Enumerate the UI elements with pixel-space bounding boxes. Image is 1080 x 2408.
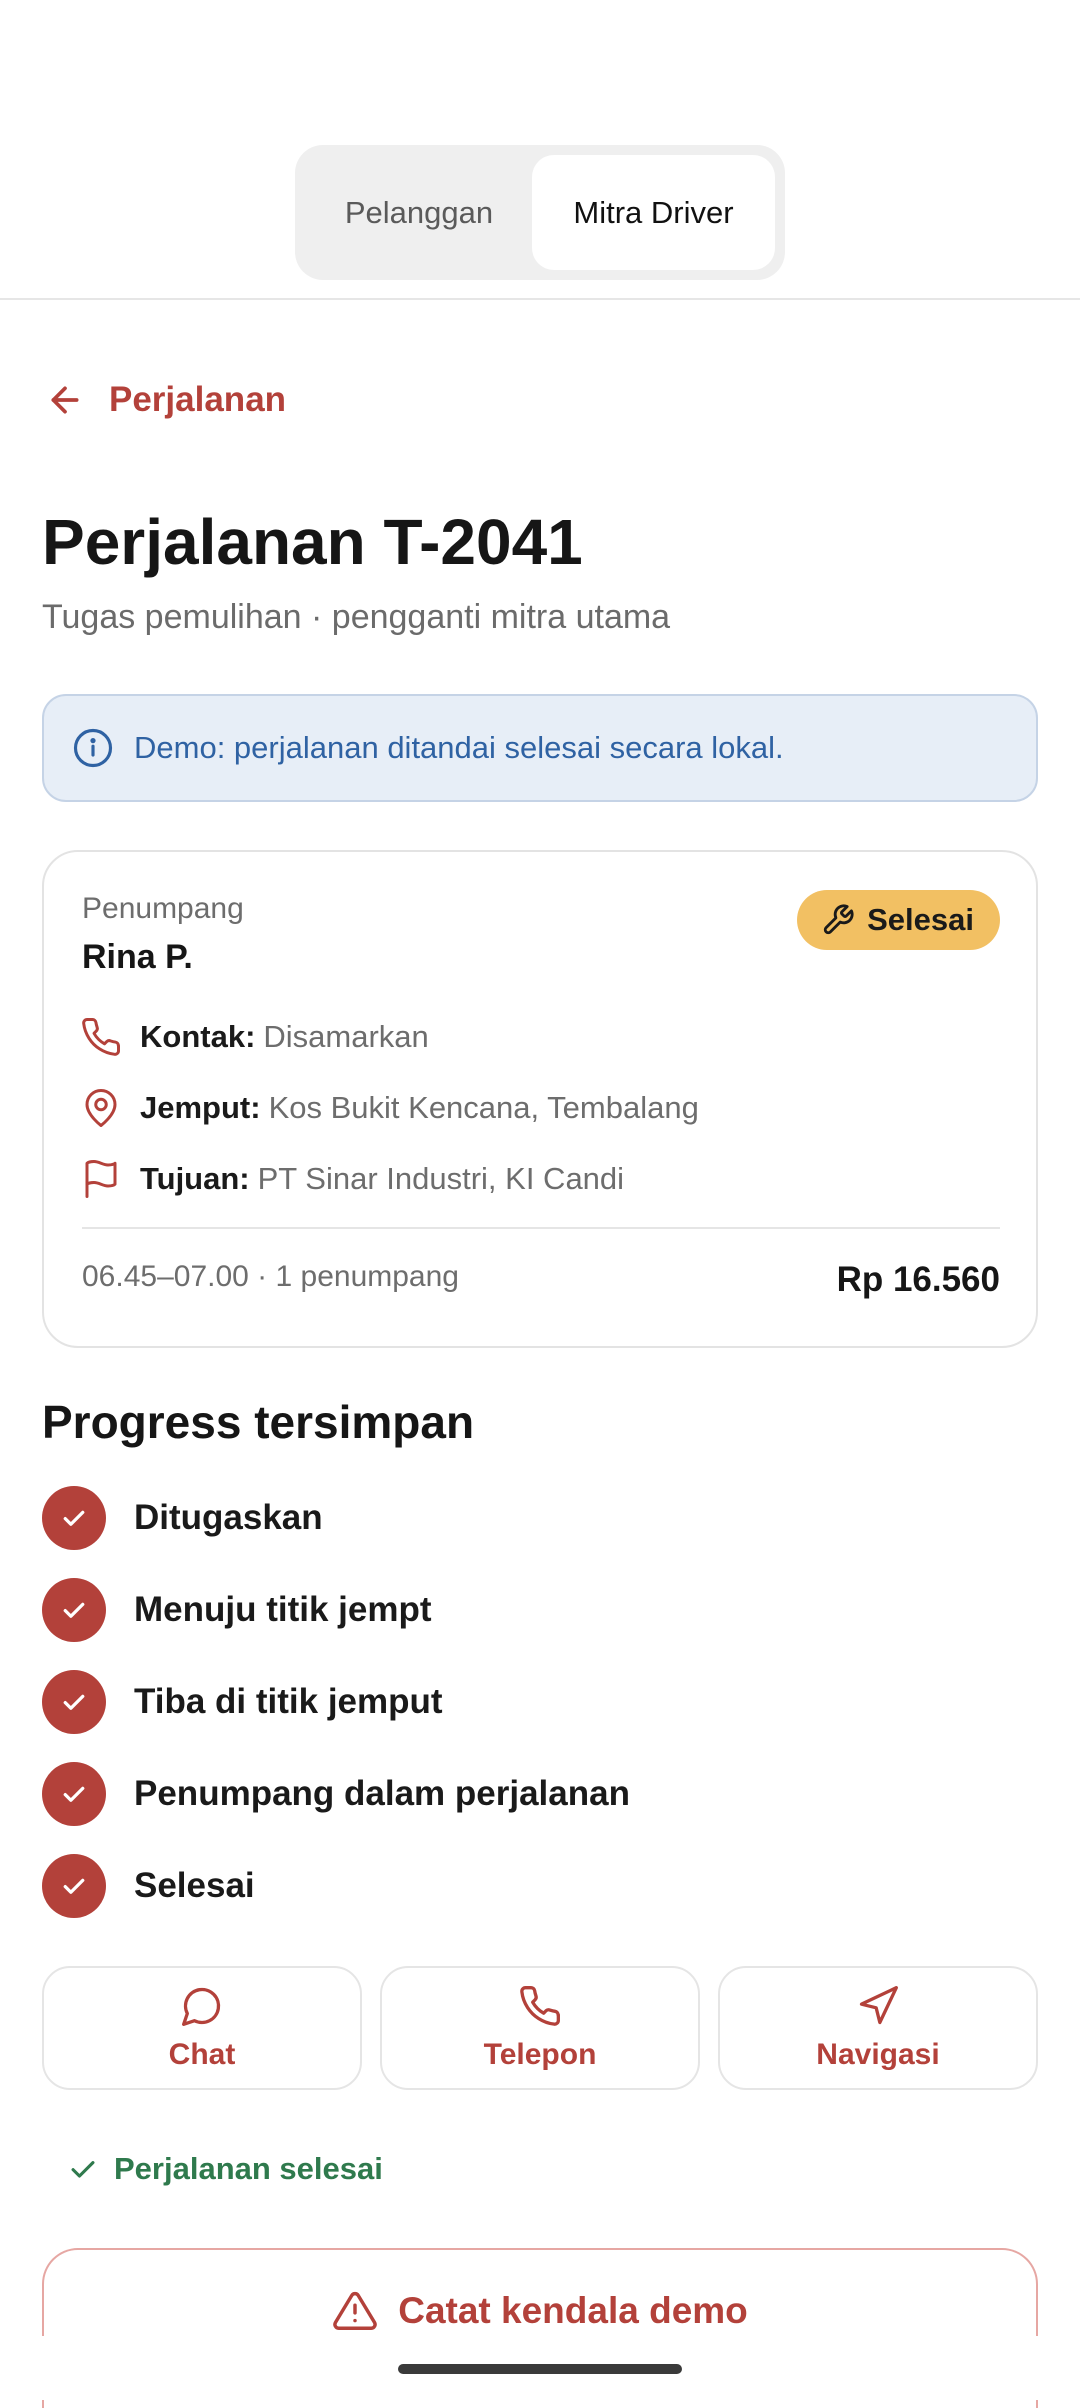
completion-status: Perjalanan selesai — [66, 2145, 383, 2193]
info-banner: Demo: perjalanan ditandai selesai secara… — [42, 694, 1038, 802]
progress-step: Ditugaskan — [42, 1486, 323, 1550]
check-icon — [42, 1486, 106, 1550]
info-text: Demo: perjalanan ditandai selesai secara… — [134, 730, 784, 765]
progress-step-label: Menuju titik jempt — [134, 1590, 432, 1629]
tab-mitra-driver[interactable]: Mitra Driver — [532, 155, 775, 270]
progress-step-label: Tiba di titik jemput — [134, 1682, 443, 1721]
navigation-icon — [859, 1986, 898, 2025]
trip-card: Penumpang Rina P. Selesai Kontak: Disama… — [42, 850, 1038, 1348]
navigate-label: Navigasi — [816, 2038, 940, 2071]
check-icon — [71, 2161, 95, 2178]
trip-price: Rp 16.560 — [836, 1260, 1000, 1299]
page-title: Perjalanan T-2041 — [42, 506, 583, 578]
chat-label: Chat — [168, 2038, 236, 2071]
phone-icon — [520, 1986, 560, 2026]
progress-step-label: Ditugaskan — [134, 1498, 323, 1537]
warning-icon — [333, 2292, 377, 2330]
call-button[interactable]: Telepon — [380, 1966, 700, 2090]
chat-icon — [182, 1987, 221, 2026]
status-badge-label: Selesai — [867, 902, 974, 937]
pickup-label: Jemput: — [140, 1090, 261, 1125]
progress-step-label: Penumpang dalam perjalanan — [134, 1774, 630, 1813]
role-switcher: Pelanggan Mitra Driver — [295, 145, 785, 280]
check-icon — [42, 1578, 106, 1642]
progress-step: Selesai — [42, 1854, 255, 1918]
progress-step: Penumpang dalam perjalanan — [42, 1762, 630, 1826]
contact-value: Disamarkan — [263, 1019, 429, 1054]
arrow-left-icon — [51, 386, 79, 414]
call-label: Telepon — [483, 2038, 597, 2071]
tab-pelanggan[interactable]: Pelanggan — [305, 155, 533, 270]
chat-button[interactable]: Chat — [42, 1966, 362, 2090]
progress-step-label: Selesai — [134, 1866, 255, 1905]
phone-icon — [82, 1018, 120, 1056]
info-icon — [73, 728, 113, 768]
check-icon — [42, 1762, 106, 1826]
header-divider — [0, 298, 1080, 300]
passenger-name: Rina P. — [82, 938, 193, 976]
completion-text: Perjalanan selesai — [114, 2151, 383, 2186]
navigate-button[interactable]: Navigasi — [718, 1966, 1038, 2090]
destination-label: Tujuan: — [140, 1161, 250, 1196]
progress-step: Tiba di titik jemput — [42, 1670, 443, 1734]
check-icon — [42, 1854, 106, 1918]
destination-value: PT Sinar Industri, KI Candi — [257, 1161, 625, 1196]
back-label: Perjalanan — [109, 380, 287, 419]
home-indicator[interactable] — [398, 2364, 682, 2374]
card-divider — [82, 1227, 1000, 1229]
progress-step: Menuju titik jempt — [42, 1578, 432, 1642]
pickup-value: Kos Bukit Kencana, Tembalang — [268, 1090, 699, 1125]
passenger-label: Penumpang — [82, 892, 244, 925]
wrench-icon — [823, 904, 854, 935]
back-button[interactable]: Perjalanan — [45, 370, 286, 430]
destination-row: Tujuan: PT Sinar Industri, KI Candi — [80, 1154, 624, 1204]
flag-icon — [85, 1160, 117, 1198]
trip-time: 06.45–07.00 · 1 penumpang — [82, 1260, 459, 1293]
report-label: Catat kendala demo — [398, 2290, 748, 2331]
pickup-row: Jemput: Kos Bukit Kencana, Tembalang — [80, 1083, 699, 1133]
contact-row: Kontak: Disamarkan — [80, 1012, 429, 1062]
progress-title: Progress tersimpan — [42, 1396, 475, 1448]
page-subtitle: Tugas pemulihan · pengganti mitra utama — [42, 598, 671, 636]
contact-label: Kontak: — [140, 1019, 256, 1054]
status-badge: Selesai — [797, 890, 1000, 950]
check-icon — [42, 1670, 106, 1734]
map-pin-icon — [85, 1089, 117, 1127]
